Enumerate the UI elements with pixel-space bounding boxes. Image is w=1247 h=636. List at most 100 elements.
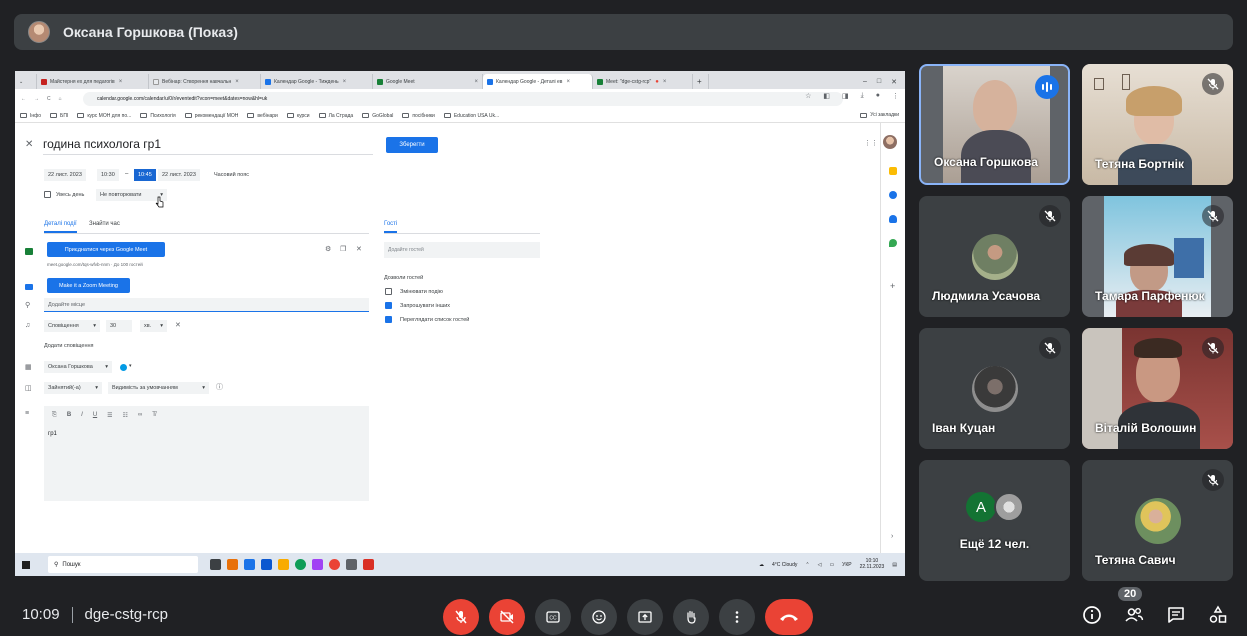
close-icon[interactable]: × [663,79,667,85]
taskbar-search[interactable]: ⚲ Пошук [48,556,198,573]
permission-invite-checkbox[interactable] [385,302,392,309]
bookmark-item[interactable]: курс МОН для по... [77,113,131,119]
dropdown-arrow-icon[interactable]: ▾ [129,363,132,369]
browser-tab[interactable]: Майстерня ex для педагогів × [37,74,149,89]
join-meet-button[interactable]: Приєднатися через Google Meet [47,242,165,257]
calendar-owner-dropdown[interactable]: Оксана Горшкова ▾ [44,361,112,373]
browser-tab[interactable]: Вебінар: Створення навчальн × [149,74,261,89]
participant-tile[interactable]: Оксана Горшкова [919,64,1070,185]
meeting-details-button[interactable] [1080,603,1104,627]
bookmark-star-icon[interactable]: ☆ [805,92,811,100]
notifications-icon[interactable]: ▤ [892,562,897,568]
end-time-field[interactable]: 10:45 [134,169,156,181]
apps-grid-icon[interactable]: ⋮⋮ [864,139,878,147]
participant-tile[interactable]: Тамара Парфенюк [1082,196,1233,317]
location-input[interactable]: Додайте місце [44,298,369,312]
tab-guests[interactable]: Гості [384,221,398,233]
app-icon[interactable] [278,559,289,570]
browser-tab[interactable]: Meet: "dge-cstg-rcp" ● × [593,74,693,89]
maximize-icon[interactable]: □ [877,78,881,85]
chat-button[interactable] [1164,603,1188,627]
app-icon[interactable] [227,559,238,570]
extensions-icon[interactable]: ◧ [823,92,830,100]
profile-icon[interactable]: ● [876,92,880,100]
participant-tile[interactable]: Людмила Усачова [919,196,1070,317]
underline-icon[interactable]: U [93,412,97,419]
browser-tab-active[interactable]: Календар Google - Деталі ев × [483,74,593,89]
tab-find-time[interactable]: Знайти час [89,221,120,227]
tray-arrow-icon[interactable]: ⌃ [805,562,809,568]
bookmark-item[interactable]: БПІ [50,113,68,119]
zoom-meeting-button[interactable]: Make it a Zoom Meeting [47,278,130,293]
home-icon[interactable]: ⌂ [59,96,62,102]
add-notification-link[interactable]: Додати сповіщення [44,343,94,349]
windows-start-icon[interactable] [22,560,30,569]
tab-event-details[interactable]: Деталі події [44,221,77,233]
description-editor[interactable]: ⎘ B I U ☰ ☷ ∞ T̸ гр1 [44,406,369,501]
start-time-field[interactable]: 10:30 [97,169,119,181]
clear-format-icon[interactable]: T̸ [152,412,156,419]
reactions-button[interactable] [581,599,617,635]
back-icon[interactable]: ← [21,96,26,102]
url-field[interactable]: calendar.google.com/calendar/u/0/r/event… [83,92,843,106]
viber-icon[interactable] [312,559,323,570]
timezone-link[interactable]: Часовий пояс [214,172,249,178]
bookmark-item[interactable]: Психологія [140,113,176,119]
italic-icon[interactable]: I [81,412,83,419]
download-icon[interactable]: ⤓ [861,92,864,100]
minimize-icon[interactable]: – [863,78,867,85]
end-date-field[interactable]: 22 лист. 2023 [158,169,200,181]
close-icon[interactable]: × [566,79,570,85]
new-tab-button[interactable]: + [693,74,709,89]
bookmark-item[interactable]: вебінари [247,113,278,119]
expand-icon[interactable]: › [891,533,893,540]
close-icon[interactable]: ✕ [25,139,33,150]
all-day-checkbox[interactable] [44,191,51,198]
keep-icon[interactable] [889,167,897,175]
participant-tile[interactable]: Тетяна Бортнік [1082,64,1233,185]
remove-notification-icon[interactable]: ✕ [175,321,181,329]
powerpoint-icon[interactable] [363,559,374,570]
mail-icon[interactable] [261,559,272,570]
notification-type-dropdown[interactable]: Сповіщення ▾ [44,320,100,332]
save-button[interactable]: Зберегти [386,137,438,153]
browser-tab[interactable]: Google Meet × [373,74,483,89]
taskbar-clock[interactable]: 10:10 22.11.2023 [860,558,885,570]
file-explorer-icon[interactable] [244,559,255,570]
network-icon[interactable]: ▭ [829,562,834,568]
visibility-dropdown[interactable]: Видимість за умовчанням ▾ [108,382,209,394]
maps-icon[interactable] [889,239,897,247]
tab-search-icon[interactable]: ⌄ [15,74,37,89]
permission-see-list-checkbox[interactable] [385,316,392,323]
camera-toggle-button[interactable] [489,599,525,635]
attachment-icon[interactable]: ⎘ [52,412,57,419]
edge-icon[interactable] [295,559,306,570]
app-icon[interactable] [346,559,357,570]
volume-icon[interactable]: ◁ [818,562,822,568]
close-icon[interactable]: × [235,79,239,85]
help-icon[interactable]: ⓘ [216,382,223,392]
close-icon[interactable]: × [474,79,478,85]
activities-button[interactable] [1206,603,1230,627]
link-icon[interactable]: ∞ [138,412,142,419]
bookmark-item[interactable]: курси [286,113,310,119]
tasks-icon[interactable] [889,191,897,199]
permission-modify-checkbox[interactable] [385,288,392,295]
bookmark-item[interactable]: рекомендації МОН [184,113,238,119]
browser-tab[interactable]: Календар Google - Тиждень × [261,74,373,89]
add-guests-input[interactable]: Додайте гостей [384,242,540,258]
raise-hand-button[interactable] [673,599,709,635]
reload-icon[interactable]: C [47,96,51,102]
close-icon[interactable]: × [119,79,123,85]
participant-tile[interactable]: Тетяна Савич [1082,460,1233,581]
captions-button[interactable]: CC [535,599,571,635]
task-view-icon[interactable] [210,559,221,570]
settings-icon[interactable]: ⚙ [325,245,331,253]
all-bookmarks[interactable]: Усі закладки [860,112,899,118]
start-date-field[interactable]: 22 лист. 2023 [44,169,86,181]
notification-unit-dropdown[interactable]: хв. ▾ [140,320,167,332]
participant-tile[interactable]: Віталій Волошин [1082,328,1233,449]
more-options-button[interactable] [719,599,755,635]
bullet-list-icon[interactable]: ☷ [123,412,128,419]
notification-value-input[interactable]: 30 [106,320,132,332]
